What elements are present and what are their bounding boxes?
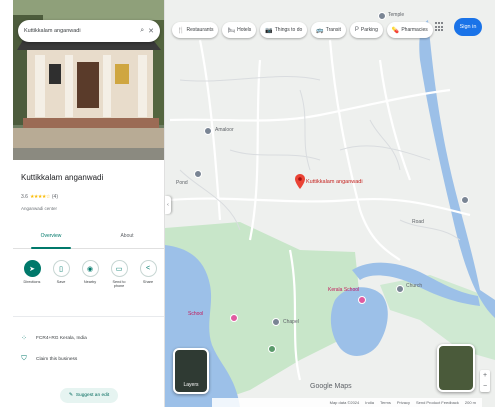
send-to-phone-button[interactable]: ▭ Send to phone bbox=[107, 260, 131, 288]
place-tabs: Overview About bbox=[13, 229, 164, 249]
fork-icon: 🍴 bbox=[177, 27, 185, 34]
divider bbox=[13, 316, 164, 317]
zoom-out-icon[interactable]: − bbox=[483, 383, 487, 390]
chip-label: Hotels bbox=[237, 27, 252, 33]
action-label: Directions bbox=[23, 280, 41, 284]
pencil-icon: ✎ bbox=[68, 393, 73, 398]
map-label-school: School bbox=[188, 311, 204, 317]
chip-label: Pharmacies bbox=[401, 27, 428, 33]
directions-button[interactable]: ➤ Directions bbox=[20, 260, 44, 288]
map-label-kerala-school: Kerala School bbox=[328, 287, 360, 293]
bookmark-icon: ▯ bbox=[52, 260, 70, 277]
map-footer: Map data ©2024 India Terms Privacy Send … bbox=[212, 398, 482, 407]
rating-row[interactable]: 3.6 ★★★★☆ (4) bbox=[21, 194, 58, 200]
sign-in-button[interactable]: Sign in bbox=[454, 18, 482, 36]
shield-icon: ⛉ bbox=[21, 355, 27, 362]
zoom-in-icon[interactable]: + bbox=[483, 372, 487, 379]
place-panel: Kuttikkalam anganwadi ⌕ ✕ Kuttikkalam an… bbox=[0, 0, 165, 407]
pin-label: Kuttikkalam anganwadi bbox=[306, 179, 363, 185]
place-title: Kuttikkalam anganwadi bbox=[21, 173, 104, 182]
map-label-chapel: Chapel bbox=[283, 319, 299, 325]
poi-marker[interactable] bbox=[230, 314, 238, 322]
map-scale[interactable]: 200 m bbox=[465, 400, 476, 405]
star-rating-icon: ★★★★☆ bbox=[29, 194, 50, 200]
place-category[interactable]: Anganwadi center bbox=[21, 206, 57, 211]
street-view-thumbnail[interactable] bbox=[437, 344, 475, 392]
footer-attribution: Map data ©2024 bbox=[329, 400, 360, 405]
collapse-panel-button[interactable]: ‹ bbox=[165, 196, 171, 214]
chip-restaurants[interactable]: 🍴 Restaurants bbox=[172, 22, 219, 38]
poi-marker[interactable] bbox=[378, 12, 386, 20]
poi-marker[interactable] bbox=[268, 345, 276, 353]
suggest-edit-label: Suggest an edit bbox=[75, 393, 110, 398]
action-label: Share bbox=[142, 280, 154, 284]
chip-label: Parking bbox=[360, 27, 378, 33]
nearby-button[interactable]: ◉ Nearby bbox=[78, 260, 102, 288]
chip-parking[interactable]: P Parking bbox=[349, 22, 383, 38]
chip-pharmacies[interactable]: 💊 Pharmacies bbox=[386, 22, 433, 38]
share-button[interactable]: < Share bbox=[136, 260, 160, 288]
footer-country[interactable]: India bbox=[365, 400, 374, 405]
close-icon[interactable]: ✕ bbox=[148, 27, 154, 35]
tab-about[interactable]: About bbox=[89, 229, 164, 248]
plus-code-row[interactable]: ⁘ FCR4+RG Kerala, India bbox=[20, 334, 87, 342]
rating-value: 3.6 bbox=[21, 194, 28, 200]
footer-feedback-link[interactable]: Send Product Feedback bbox=[416, 400, 459, 405]
search-box[interactable]: Kuttikkalam anganwadi ⌕ ✕ bbox=[18, 20, 160, 42]
search-input[interactable]: Kuttikkalam anganwadi bbox=[24, 28, 136, 34]
plus-code-icon: ⁘ bbox=[21, 335, 27, 342]
footer-terms-link[interactable]: Terms bbox=[380, 400, 391, 405]
map-label-road: Road bbox=[412, 219, 424, 225]
bus-icon: 🚌 bbox=[316, 27, 324, 34]
plus-code-text: FCR4+RG Kerala, India bbox=[36, 335, 87, 341]
chip-label: Restaurants bbox=[186, 27, 214, 33]
bed-icon: 🛏 bbox=[227, 27, 236, 34]
action-label: Send to phone bbox=[112, 280, 126, 289]
camera-icon: 📷 bbox=[265, 27, 273, 34]
apps-grid-icon[interactable] bbox=[433, 20, 445, 34]
claim-business-row[interactable]: ⛉ Claim this business bbox=[20, 355, 77, 363]
phone-icon: ▭ bbox=[110, 260, 128, 277]
save-button[interactable]: ▯ Save bbox=[49, 260, 73, 288]
chip-label: Things to do bbox=[274, 27, 303, 33]
chip-things-to-do[interactable]: 📷 Things to do bbox=[260, 22, 308, 38]
tab-overview[interactable]: Overview bbox=[13, 229, 89, 249]
share-icon: < bbox=[139, 260, 157, 277]
poi-marker[interactable] bbox=[358, 296, 366, 304]
nearby-icon: ◉ bbox=[81, 260, 99, 277]
map-label-church: Church bbox=[406, 283, 423, 289]
action-buttons: ➤ Directions ▯ Save ◉ Nearby ▭ Send to p… bbox=[20, 260, 160, 288]
action-label: Save bbox=[56, 280, 66, 284]
zoom-control[interactable]: + − bbox=[480, 370, 490, 392]
chip-transit[interactable]: 🚌 Transit bbox=[311, 22, 346, 38]
claim-business-text: Claim this business bbox=[36, 356, 78, 362]
map-label-temple: Temple bbox=[388, 12, 405, 18]
poi-marker[interactable] bbox=[194, 170, 202, 178]
map-label-pond: Pond bbox=[176, 180, 188, 186]
poi-marker[interactable] bbox=[461, 196, 469, 204]
chip-label: Transit bbox=[325, 27, 341, 33]
footer-privacy-link[interactable]: Privacy bbox=[397, 400, 410, 405]
poi-marker[interactable] bbox=[272, 318, 280, 326]
poi-marker[interactable] bbox=[204, 127, 212, 135]
pill-icon: 💊 bbox=[391, 27, 400, 34]
chip-hotels[interactable]: 🛏 Hotels bbox=[222, 22, 257, 38]
search-icon[interactable]: ⌕ bbox=[140, 27, 144, 35]
google-logo: Google Maps bbox=[310, 383, 352, 390]
layers-button[interactable]: Layers bbox=[173, 348, 209, 394]
location-pin-icon[interactable] bbox=[295, 174, 305, 189]
action-label: Nearby bbox=[83, 280, 97, 284]
category-chips: 🍴 Restaurants 🛏 Hotels 📷 Things to do 🚌 Tran… bbox=[172, 22, 433, 38]
map-label-amaloor: Amaloor bbox=[215, 127, 234, 133]
directions-icon: ➤ bbox=[23, 260, 41, 277]
review-count[interactable]: (4) bbox=[52, 194, 58, 200]
layers-label: Layers bbox=[183, 382, 199, 388]
poi-marker[interactable] bbox=[396, 285, 404, 293]
parking-icon: P bbox=[354, 27, 359, 33]
suggest-edit-button[interactable]: ✎ Suggest an edit bbox=[60, 388, 118, 403]
